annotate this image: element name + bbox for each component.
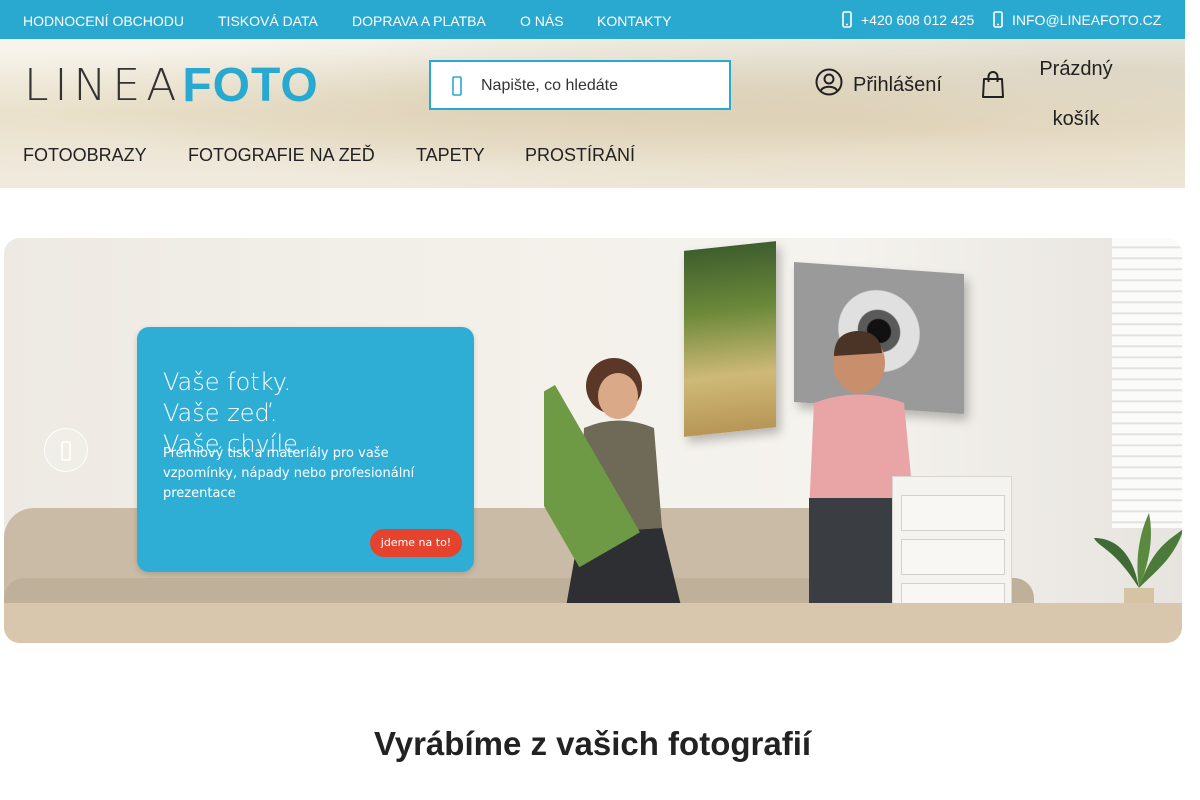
- topbar-link-reviews[interactable]: HODNOCENÍ OBCHODU: [23, 13, 184, 29]
- promo-card: Vaše fotky. Vaše zeď. Vaše chvíle. Prémiov…: [137, 327, 474, 572]
- nav-item-fotoobrazy[interactable]: FOTOOBRAZY: [23, 145, 147, 166]
- shopping-bag-icon[interactable]: [981, 70, 1005, 104]
- hero-window-blinds: [1112, 238, 1182, 528]
- nav-item-tapety[interactable]: TAPETY: [416, 145, 485, 166]
- promo-heading-line: Vaše fotky.: [163, 368, 292, 396]
- logo-text-light: LINEA: [24, 60, 183, 111]
- login-button[interactable]: Přihlášení: [815, 68, 942, 102]
- topbar-link-about[interactable]: O NÁS: [520, 13, 564, 29]
- hero-plant: [1094, 513, 1182, 618]
- carousel-prev-button[interactable]: [44, 428, 88, 472]
- promo-cta-button[interactable]: jdeme na to!: [370, 529, 462, 557]
- cart-label[interactable]: Prázdný košík: [1030, 44, 1122, 144]
- email-link[interactable]: INFO@LINEAFOTO.CZ: [1012, 12, 1161, 28]
- dresser-drawer: [901, 495, 1005, 531]
- search-input[interactable]: [481, 72, 721, 100]
- topbar-link-print-data[interactable]: TISKOVÁ DATA: [218, 13, 318, 29]
- section-title: Vyrábíme z vašich fotografií: [373, 725, 812, 762]
- search-icon[interactable]: [451, 76, 469, 96]
- hero-floor: [4, 603, 1182, 643]
- site-logo[interactable]: LINEA FOTO: [24, 59, 319, 112]
- topbar-link-contacts[interactable]: KONTAKTY: [597, 13, 671, 29]
- phone-icon: [842, 11, 852, 33]
- login-label: Přihlášení: [853, 73, 942, 96]
- nav-item-fotografie-na-zed[interactable]: FOTOGRAFIE NA ZEĎ: [188, 145, 375, 166]
- hero-banner[interactable]: Vaše fotky. Vaše zeď. Vaše chvíle. Prémiov…: [4, 238, 1182, 643]
- promo-text: Prémiový tisk a materiály pro vaše vzpom…: [163, 446, 415, 501]
- user-circle-icon: [815, 68, 843, 102]
- envelope-icon: [993, 11, 1003, 33]
- top-bar: HODNOCENÍ OBCHODU TISKOVÁ DATA DOPRAVA A…: [0, 0, 1185, 39]
- dresser-drawer: [901, 539, 1005, 575]
- topbar-link-shipping[interactable]: DOPRAVA A PLATBA: [352, 13, 486, 29]
- phone-link[interactable]: +420 608 012 425: [861, 12, 974, 28]
- hero-woman-figure: [544, 358, 684, 618]
- search-box: [429, 60, 731, 110]
- promo-heading-line: Vaše zeď.: [163, 399, 278, 427]
- logo-text-bold: FOTO: [182, 59, 319, 112]
- nav-item-prostirani[interactable]: PROSTÍRÁNÍ: [525, 145, 635, 166]
